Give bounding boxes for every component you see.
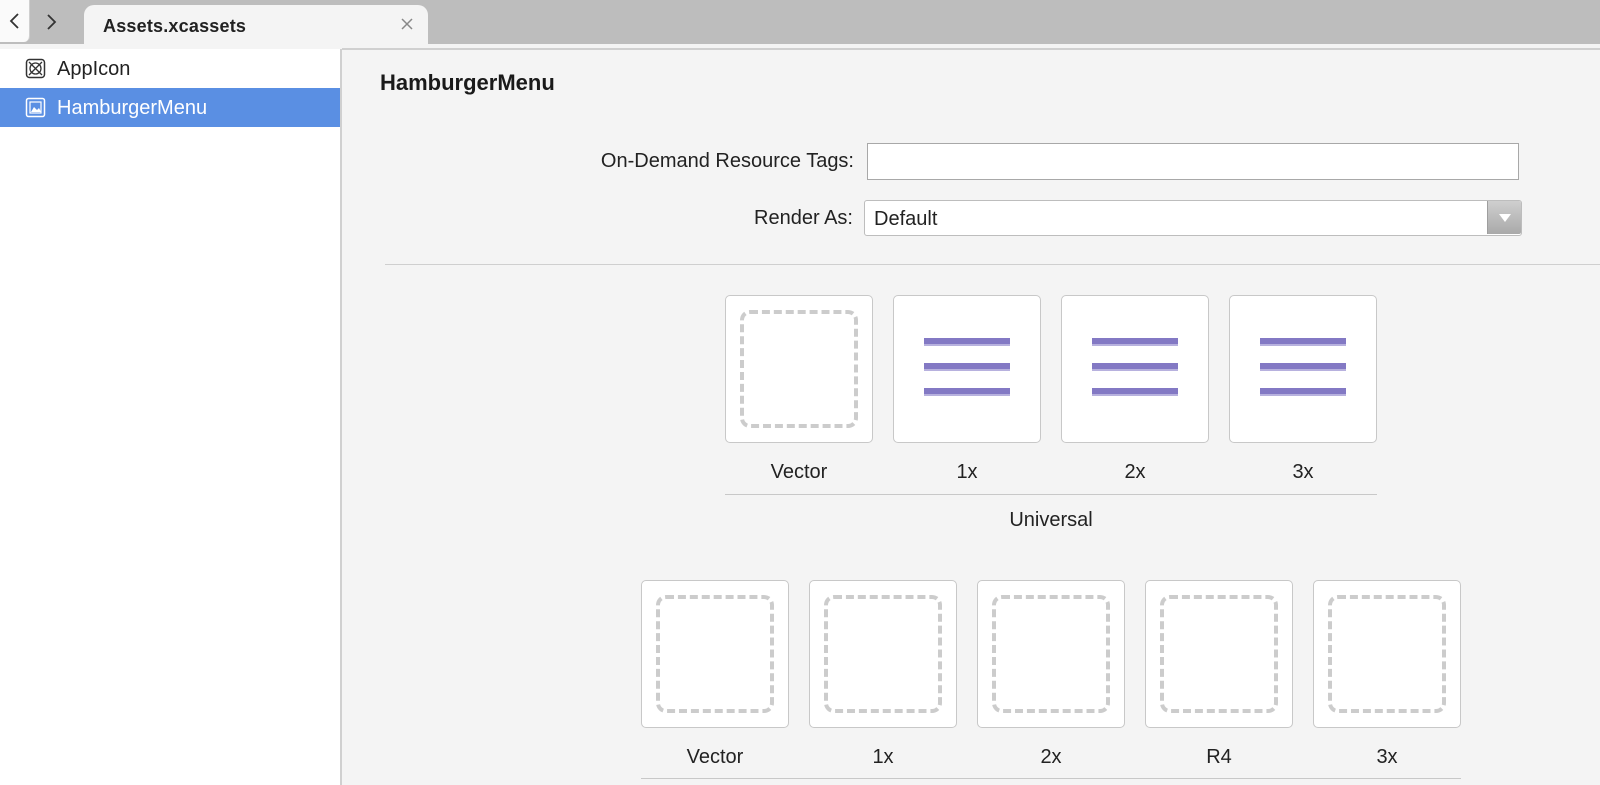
panel-border	[342, 48, 1600, 50]
hamburger-bar	[924, 338, 1010, 346]
slot-label: 1x	[956, 461, 978, 483]
slot-device-3x[interactable]	[1313, 580, 1461, 728]
empty-slot-placeholder	[1160, 595, 1278, 713]
hamburger-bar	[1092, 363, 1178, 371]
asset-list-sidebar: AppIcon HamburgerMenu	[0, 49, 342, 785]
hamburger-bar	[924, 388, 1010, 396]
group-divider	[725, 494, 1377, 495]
hamburger-bar	[1260, 363, 1346, 371]
chevron-down-icon	[1498, 213, 1511, 222]
slot-label: Vector	[770, 461, 828, 483]
slot-label: 3x	[1376, 746, 1398, 768]
slot-device-1x[interactable]	[809, 580, 957, 728]
close-icon[interactable]	[400, 17, 414, 31]
render-as-select[interactable]: Default	[864, 200, 1522, 236]
empty-slot-placeholder	[656, 595, 774, 713]
sidebar-item-label: AppIcon	[57, 58, 131, 80]
tab-title: Assets.xcassets	[103, 16, 247, 36]
empty-slot-placeholder	[992, 595, 1110, 713]
slot-universal-3x[interactable]	[1229, 295, 1377, 443]
appicon-set-icon	[25, 58, 46, 79]
sidebar-item-appicon[interactable]: AppIcon	[0, 49, 340, 88]
divider	[385, 264, 1600, 265]
sidebar-item-hamburgermenu[interactable]: HamburgerMenu	[0, 88, 340, 127]
slot-device-2x[interactable]	[977, 580, 1125, 728]
chevron-right-icon	[47, 14, 57, 30]
slot-label: Vector	[686, 746, 744, 768]
slot-label: 1x	[872, 746, 894, 768]
slot-device-vector[interactable]	[641, 580, 789, 728]
page-title: HamburgerMenu	[380, 70, 555, 95]
slot-label: 2x	[1040, 746, 1062, 768]
tags-label: On-Demand Resource Tags:	[600, 150, 854, 172]
hamburger-bar	[1092, 388, 1178, 396]
empty-slot-placeholder	[1328, 595, 1446, 713]
image-set-icon	[25, 97, 46, 118]
slot-label: 3x	[1292, 461, 1314, 483]
hamburger-bar	[1260, 338, 1346, 346]
render-as-label: Render As:	[754, 207, 853, 229]
render-as-value: Default	[874, 208, 938, 230]
resource-tags-input[interactable]	[867, 143, 1519, 180]
tab-bar: Assets.xcassets	[0, 0, 1600, 44]
chevron-left-icon	[9, 13, 19, 29]
dropdown-button[interactable]	[1487, 201, 1521, 234]
slot-universal-2x[interactable]	[1061, 295, 1209, 443]
empty-slot-placeholder	[740, 310, 858, 428]
hamburger-bar	[924, 363, 1010, 371]
slot-label: R4	[1206, 746, 1232, 768]
group-divider	[641, 778, 1461, 779]
slot-universal-1x[interactable]	[893, 295, 1041, 443]
forward-button[interactable]	[36, 0, 66, 44]
slot-label: 2x	[1124, 461, 1146, 483]
slot-device-r4[interactable]	[1145, 580, 1293, 728]
hamburger-bar	[1092, 338, 1178, 346]
empty-slot-placeholder	[824, 595, 942, 713]
hamburger-bar	[1260, 388, 1346, 396]
group-label-universal: Universal	[1009, 509, 1093, 531]
sidebar-item-label: HamburgerMenu	[57, 97, 208, 119]
back-button[interactable]	[0, 0, 30, 42]
slot-universal-vector[interactable]	[725, 295, 873, 443]
tab-assets[interactable]: Assets.xcassets	[84, 5, 428, 44]
